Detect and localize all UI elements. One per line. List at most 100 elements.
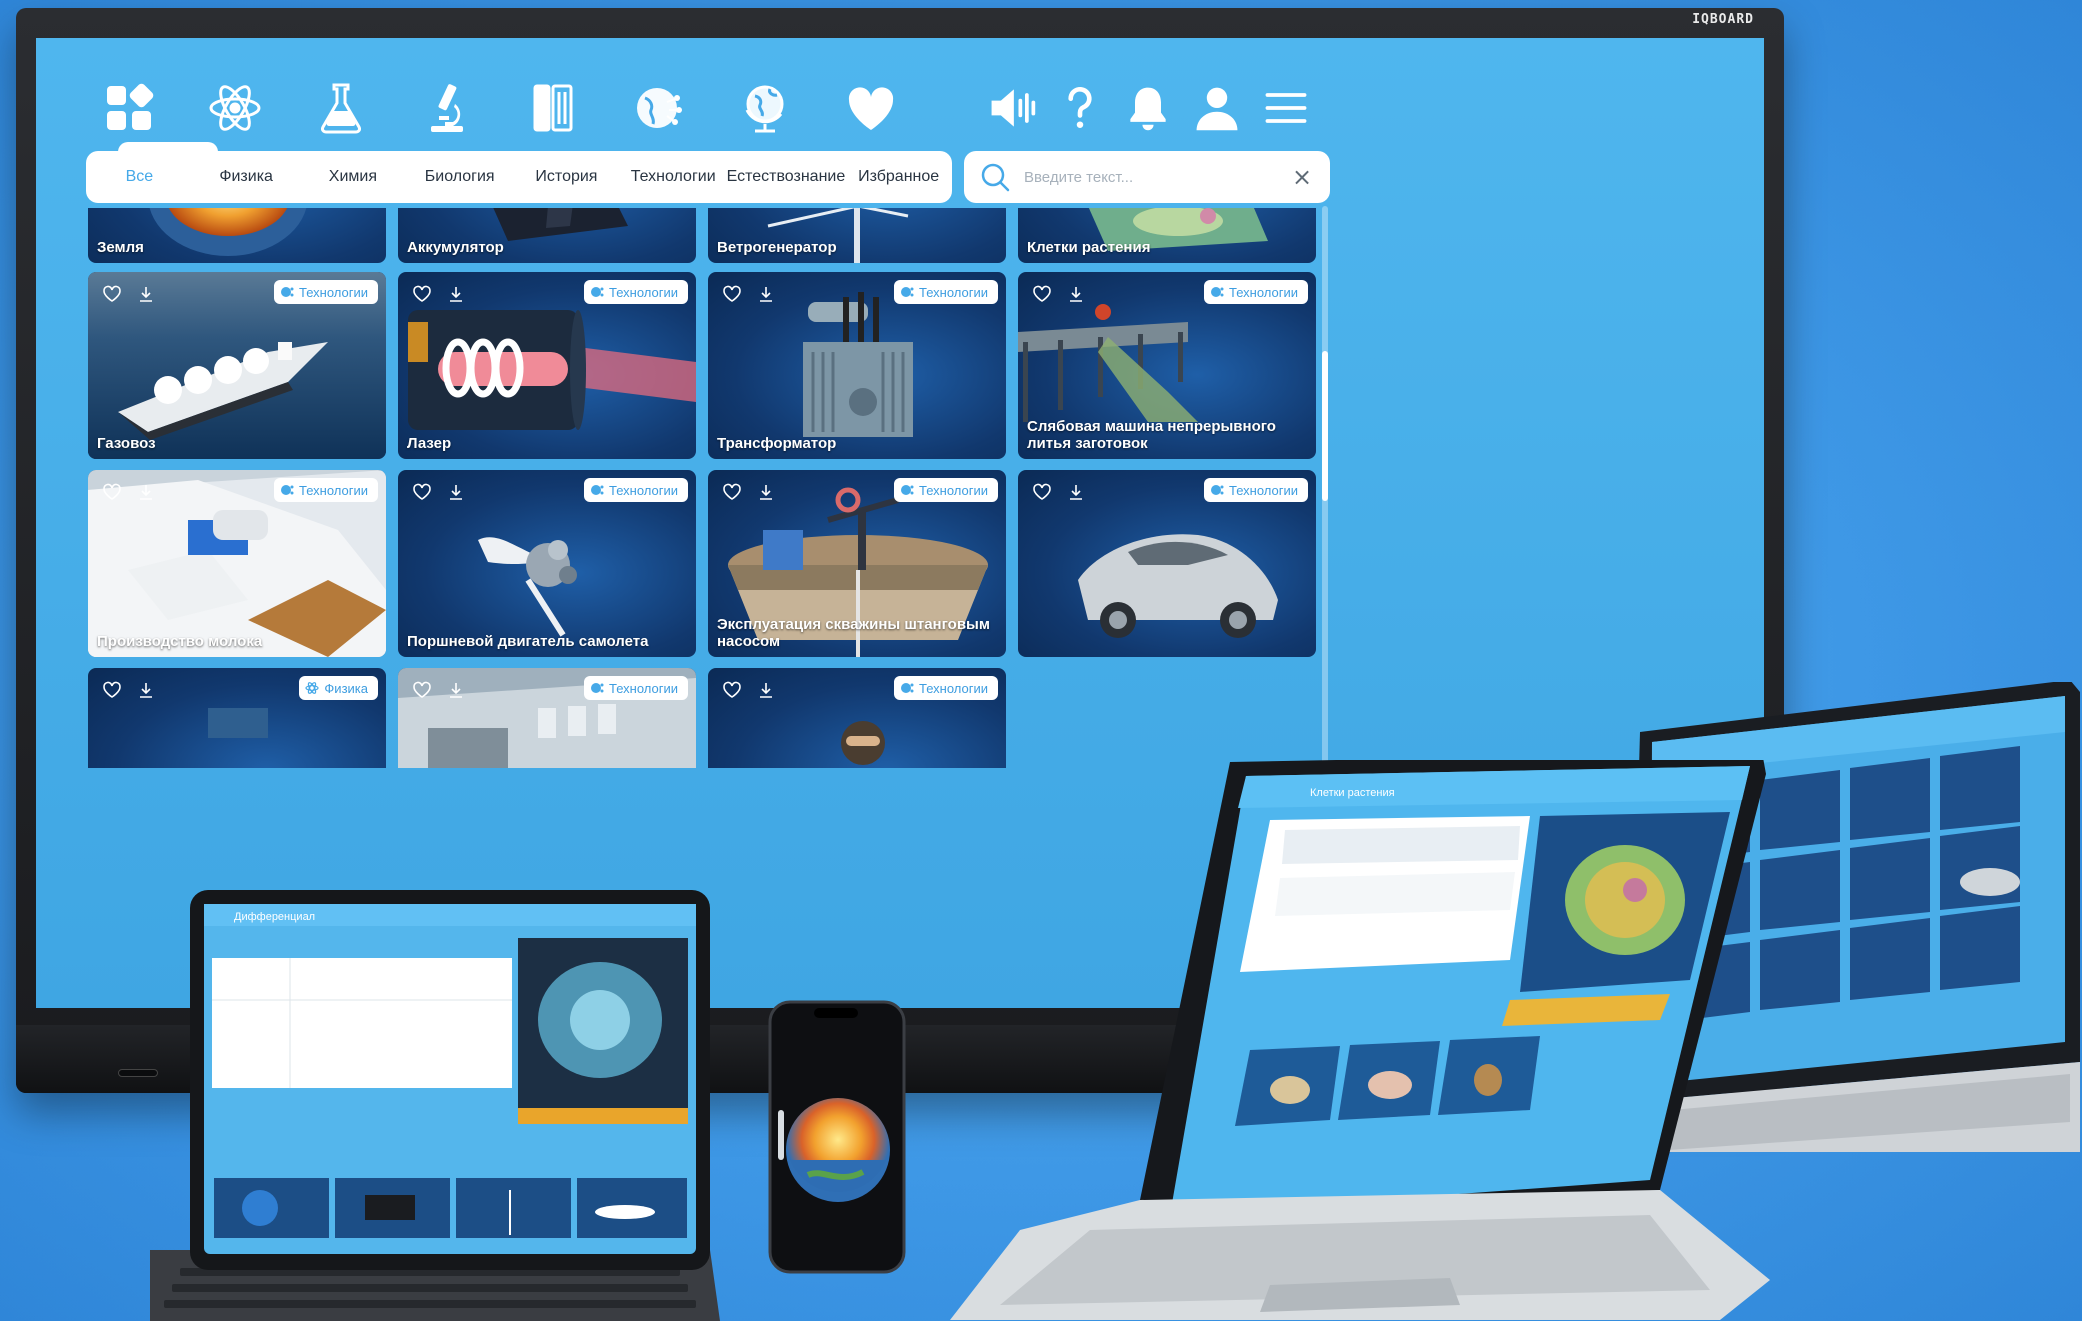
technology-tag-icon	[590, 287, 604, 297]
technology-tag-icon	[900, 485, 914, 495]
tab-technology[interactable]: Технологии	[620, 168, 727, 186]
model-card[interactable]: Аккумулятор	[398, 208, 696, 263]
laptop-device: Клетки растения	[890, 752, 1770, 1320]
download-icon[interactable]	[756, 284, 776, 304]
tag-label: Технологии	[1228, 482, 1298, 498]
tab-natural-science[interactable]: Естествознание	[727, 168, 846, 186]
model-card[interactable]: Технологии Производство молока	[88, 470, 386, 657]
search-input[interactable]	[1024, 168, 1290, 186]
download-icon[interactable]	[446, 482, 466, 502]
download-icon[interactable]	[756, 482, 776, 502]
speaker-icon[interactable]	[984, 80, 1040, 136]
favorite-icon[interactable]	[722, 680, 742, 700]
model-card[interactable]: Технологии	[1018, 470, 1316, 657]
model-card[interactable]: Технологии Газовоз	[88, 272, 386, 459]
model-card[interactable]: Технологии Слябовая машина непрерывного …	[1018, 272, 1316, 459]
favorite-icon[interactable]	[412, 482, 432, 502]
download-icon[interactable]	[446, 284, 466, 304]
card-title: Лазер	[407, 435, 452, 452]
card-title: Газовоз	[97, 435, 156, 452]
category-tag: Технологии	[893, 280, 998, 304]
favorite-icon[interactable]	[722, 284, 742, 304]
tag-label: Технологии	[608, 482, 678, 498]
model-card[interactable]: Технологии Лазер	[398, 272, 696, 459]
grid-scrollbar[interactable]	[1322, 206, 1328, 766]
tab-history[interactable]: История	[513, 168, 620, 186]
card-title: Клетки растения	[1027, 239, 1151, 256]
favorite-icon[interactable]	[102, 680, 122, 700]
download-icon[interactable]	[136, 680, 156, 700]
favorite-icon[interactable]	[102, 284, 122, 304]
user-icon[interactable]	[1189, 80, 1245, 136]
book-icon[interactable]	[523, 78, 583, 138]
card-title: Земля	[97, 239, 144, 256]
favorite-icon[interactable]	[1032, 284, 1052, 304]
technology-tag-icon	[590, 485, 604, 495]
tag-label: Технологии	[608, 284, 678, 300]
model-card[interactable]: Технологии Эксплуатация скважины штангов…	[708, 470, 1006, 657]
model-card[interactable]: Физика	[88, 668, 386, 768]
search-icon	[981, 163, 1010, 192]
favorite-icon[interactable]	[412, 284, 432, 304]
category-tag: Физика	[299, 676, 378, 700]
card-title: Поршневой двигатель самолета	[407, 633, 649, 650]
microscope-icon[interactable]	[417, 78, 477, 138]
tablet-app-title: Дифференциал	[234, 911, 315, 923]
monitor-brand-logo: IQBOARD	[1692, 12, 1754, 27]
tag-label: Технологии	[608, 680, 678, 696]
category-tag: Технологии	[893, 676, 998, 700]
favorite-icon[interactable]	[722, 482, 742, 502]
heart-icon[interactable]	[841, 78, 901, 138]
globe-network-icon[interactable]	[629, 78, 689, 138]
card-title: Производство молока	[97, 633, 263, 650]
card-title: Аккумулятор	[407, 239, 504, 256]
download-icon[interactable]	[1066, 482, 1086, 502]
category-tag: Технологии	[1203, 280, 1308, 304]
menu-icon[interactable]	[1258, 80, 1314, 136]
bell-icon[interactable]	[1120, 80, 1176, 136]
search-bar: ×	[964, 151, 1330, 203]
scrollbar-thumb[interactable]	[1322, 351, 1328, 501]
model-grid: Земля Аккумулятор Ветрогенератор Клетки …	[88, 208, 1332, 768]
card-title: Слябовая машина непрерывного литья загот…	[1027, 418, 1276, 452]
globe-icon[interactable]	[735, 78, 795, 138]
tab-chemistry[interactable]: Химия	[300, 168, 407, 186]
model-card[interactable]: Ветрогенератор	[708, 208, 1006, 263]
model-card[interactable]: Земля	[88, 208, 386, 263]
model-card[interactable]: Технологии	[398, 668, 696, 768]
model-card[interactable]: Клетки растения	[1018, 208, 1316, 263]
tab-physics[interactable]: Физика	[193, 168, 300, 186]
technology-tag-icon	[590, 683, 604, 693]
category-tag: Технологии	[893, 478, 998, 502]
download-icon[interactable]	[756, 680, 776, 700]
favorite-icon[interactable]	[412, 680, 432, 700]
download-icon[interactable]	[446, 680, 466, 700]
laptop-app-title: Клетки растения	[1310, 787, 1395, 799]
phone-device	[768, 1000, 908, 1276]
model-card[interactable]: Технологии Трансформатор	[708, 272, 1006, 459]
category-tag: Технологии	[1203, 478, 1308, 502]
category-icon-row	[36, 38, 1764, 156]
clear-search-icon[interactable]: ×	[1290, 163, 1314, 191]
flask-icon[interactable]	[311, 78, 371, 138]
download-icon[interactable]	[1066, 284, 1086, 304]
favorite-icon[interactable]	[1032, 482, 1052, 502]
tab-all[interactable]: Все	[86, 168, 193, 186]
tab-biology[interactable]: Биология	[406, 168, 513, 186]
technology-tag-icon	[900, 683, 914, 693]
category-tag: Технологии	[273, 478, 378, 502]
tag-label: Технологии	[918, 284, 988, 300]
tag-label: Технологии	[1228, 284, 1298, 300]
grid-icon[interactable]	[99, 78, 159, 138]
favorite-icon[interactable]	[102, 482, 122, 502]
tag-label: Физика	[324, 680, 368, 696]
tab-favorites[interactable]: Избранное	[845, 168, 952, 186]
download-icon[interactable]	[136, 284, 156, 304]
category-tag: Технологии	[273, 280, 378, 304]
help-icon[interactable]	[1052, 80, 1108, 136]
atom-icon[interactable]	[205, 78, 265, 138]
model-card[interactable]: Технологии Поршневой двигатель самолета	[398, 470, 696, 657]
tag-label: Технологии	[298, 482, 368, 498]
model-card[interactable]: Технологии	[708, 668, 1006, 768]
download-icon[interactable]	[136, 482, 156, 502]
